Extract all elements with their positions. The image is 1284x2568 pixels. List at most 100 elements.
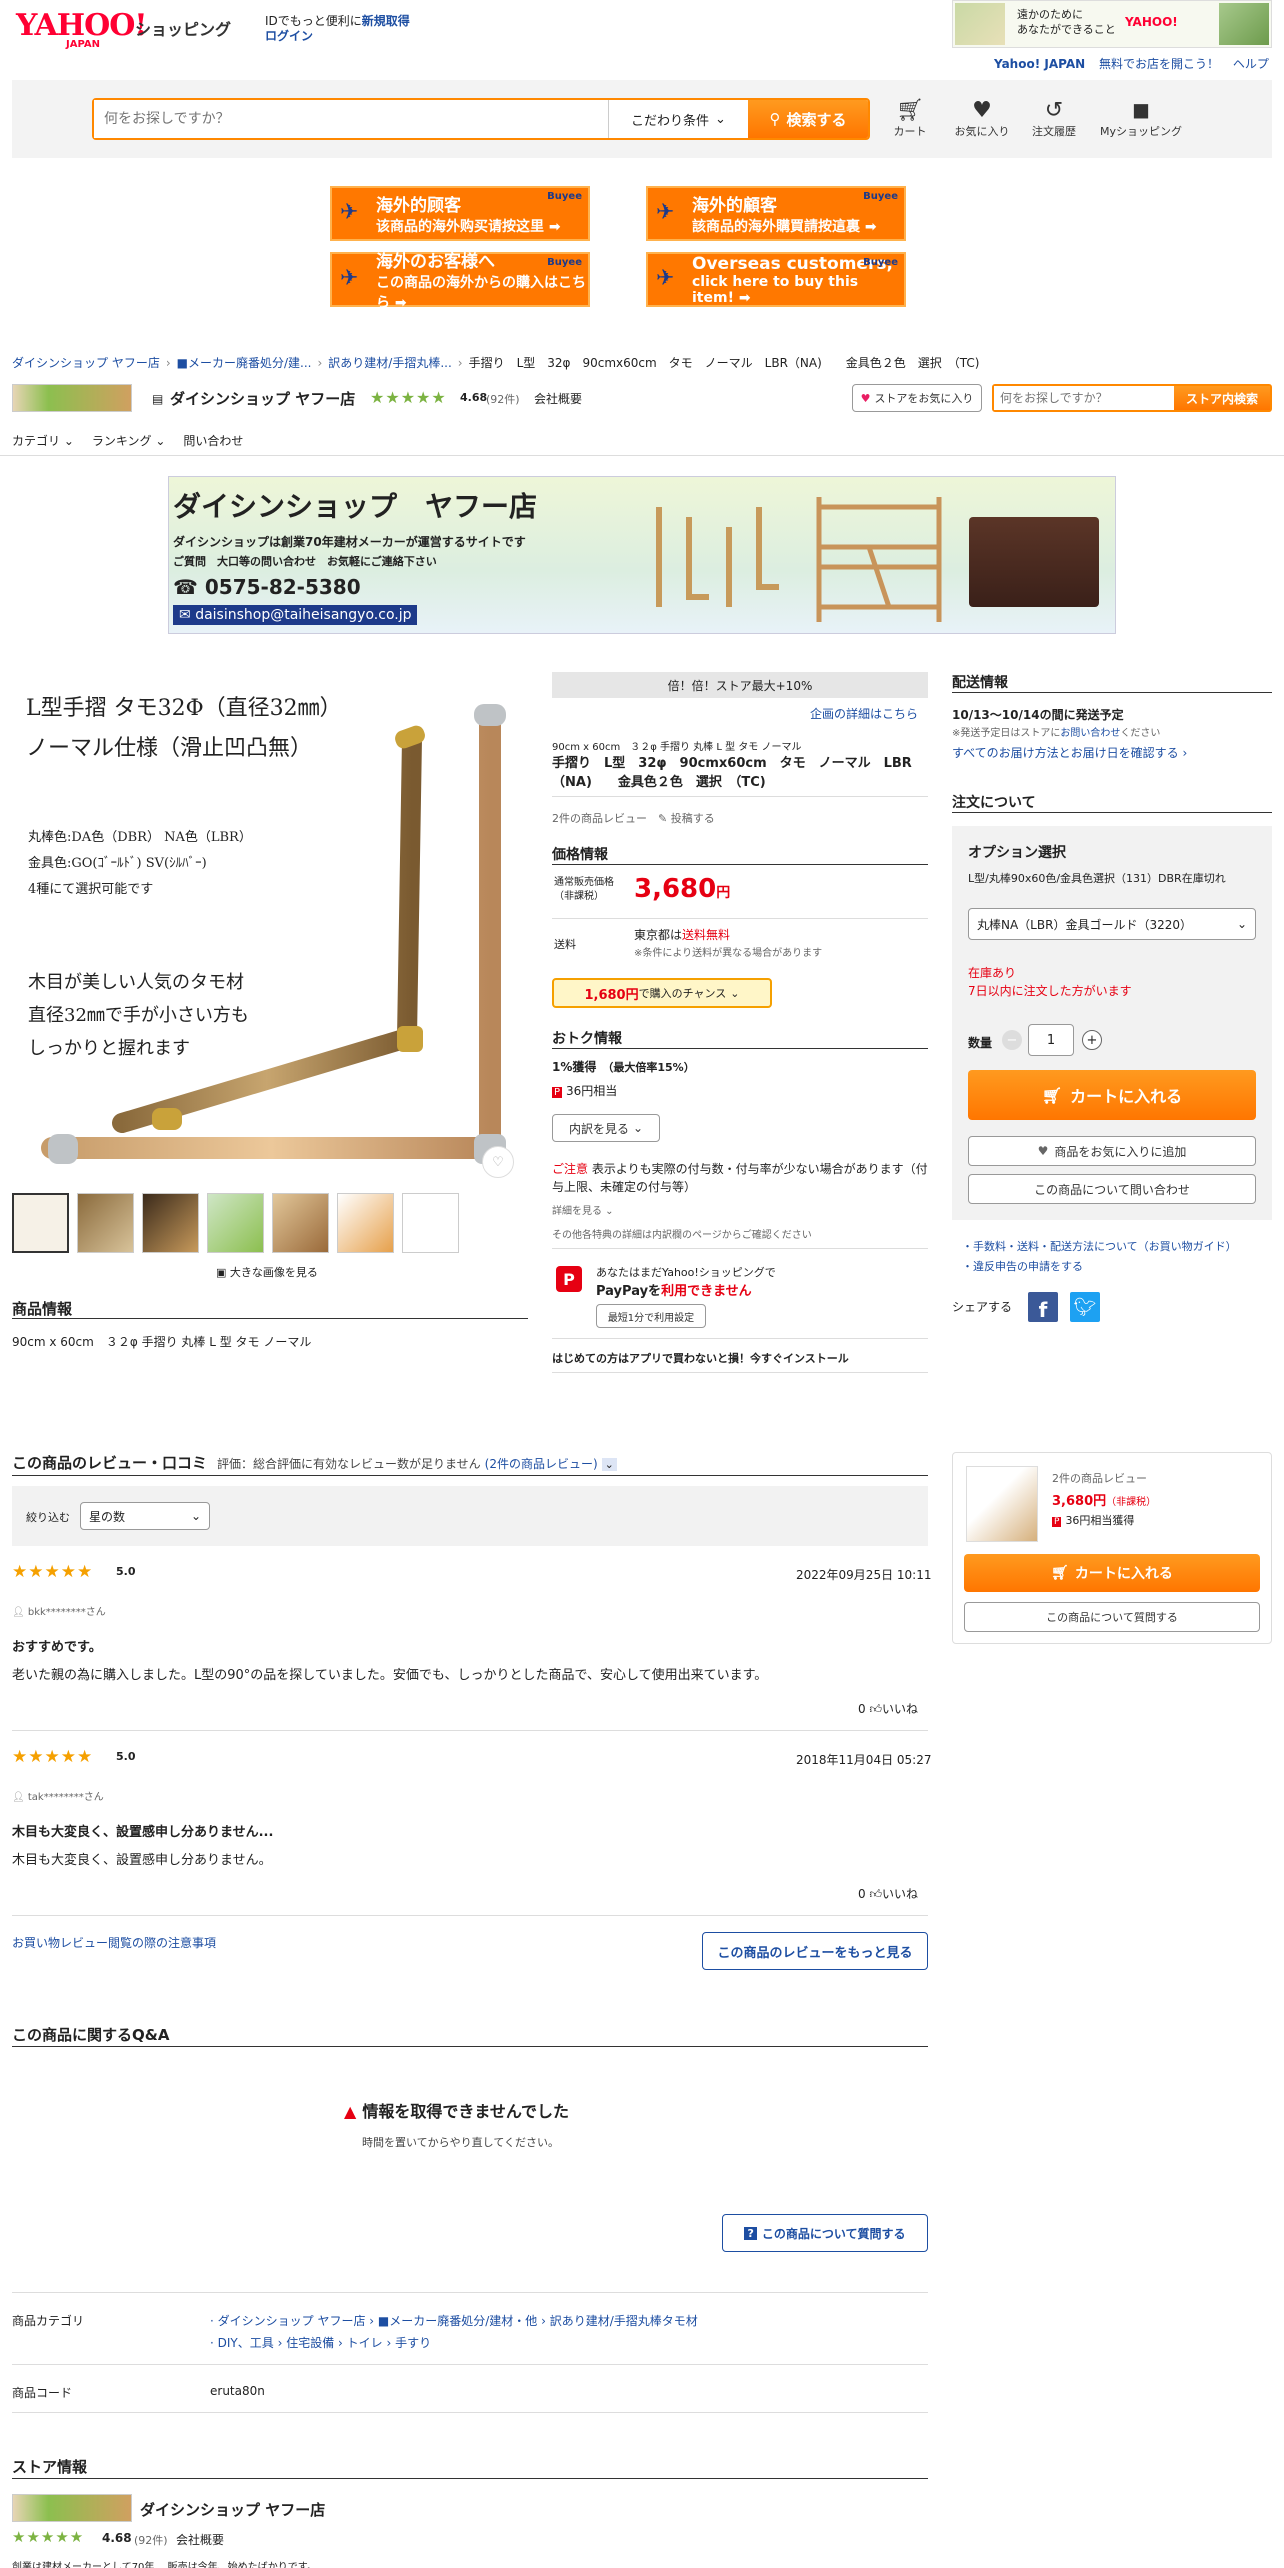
thumbnail[interactable] xyxy=(272,1193,329,1253)
thumbnail[interactable] xyxy=(12,1193,69,1253)
store-logo[interactable] xyxy=(12,384,132,412)
details-link[interactable]: 詳細を見る ⌄ xyxy=(552,1202,614,1217)
my-shopping-link[interactable]: ◼ Myショッピング xyxy=(1096,98,1186,139)
breadcrumb-item[interactable]: 訳あり建材/手摺丸棒... xyxy=(328,356,452,370)
image-favorite-button[interactable]: ♡ xyxy=(482,1146,514,1178)
thumbnail[interactable] xyxy=(337,1193,394,1253)
divider xyxy=(12,1915,928,1916)
breakdown-button[interactable]: 内訳を見る ⌄ xyxy=(552,1114,660,1142)
store-favorite-button[interactable]: ♥ ストアをお気に入り xyxy=(852,384,982,412)
inquiry-button[interactable]: この商品について問い合わせ xyxy=(968,1174,1256,1204)
yahoo-japan-link[interactable]: Yahoo! JAPAN xyxy=(994,57,1085,71)
like-button[interactable]: 0 👍︎いいね xyxy=(858,1885,918,1902)
register-link[interactable]: 新規取得 xyxy=(362,14,410,28)
category-link[interactable]: ■メーカー廃番処分/建材・他 xyxy=(378,2314,537,2328)
facebook-icon[interactable]: f xyxy=(1028,1292,1058,1322)
chance-button[interactable]: 1,680円 で購入のチャンス ⌄ xyxy=(552,978,772,1008)
store-banner[interactable]: ダイシンショップ ヤフー店 ダイシンショップは創業70年建材メーカーが運営するサ… xyxy=(168,476,1116,634)
category-link[interactable]: 訳あり建材/手摺丸棒タモ材 xyxy=(550,2314,698,2328)
guide-link[interactable]: ・手数料・送料・配送方法について（お買い物ガイド） xyxy=(962,1238,1237,1254)
paypay-setup-button[interactable]: 最短1分で利用設定 xyxy=(596,1304,706,1328)
store-search-input[interactable] xyxy=(994,386,1174,410)
open-store-link[interactable]: 無料でお店を開こう！ xyxy=(1099,57,1219,71)
nav-inquiry[interactable]: 問い合わせ xyxy=(183,432,243,449)
sticky-question-button[interactable]: この商品について質問する xyxy=(964,1602,1260,1632)
airplane-icon: ✈ xyxy=(340,266,359,291)
option-select[interactable]: 丸棒NA（LBR）金具ゴールド（3220） ⌄ xyxy=(968,908,1256,940)
report-link[interactable]: ・違反申告の申請をする xyxy=(962,1258,1083,1274)
quantity-label: 数量 xyxy=(968,1036,993,1050)
search-button[interactable]: ⚲ 検索する xyxy=(748,100,868,138)
review-caution-link[interactable]: お買い物レビュー閲覧の際の注意事項 xyxy=(12,1934,216,1951)
cart-link[interactable]: 🛒︎ カート xyxy=(880,98,940,139)
divider xyxy=(552,864,928,865)
login-link[interactable]: ログイン xyxy=(265,27,313,44)
chevron-down-icon[interactable]: ⌄ xyxy=(601,1458,617,1471)
campaign-bar: 倍！倍！ストア最大+10% xyxy=(552,672,928,698)
store-overview-link[interactable]: 会社概要 xyxy=(534,390,582,407)
header-links: Yahoo! JAPAN 無料でお店を開こう！ ヘルプ xyxy=(994,55,1269,72)
quantity-input[interactable]: 1 xyxy=(1028,1024,1074,1056)
points-yen: P 36円相当 xyxy=(552,1084,618,1098)
thumbnail[interactable] xyxy=(207,1193,264,1253)
caution-text: ご注意 表示よりも実際の付与数・付与率が少ない場合があります（付与上限、未確定の… xyxy=(552,1162,928,1194)
thumbnail[interactable] xyxy=(142,1193,199,1253)
add-to-cart-button[interactable]: 🛒︎ カートに入れる xyxy=(968,1070,1256,1120)
review-count-link[interactable]: (2件の商品レビュー) xyxy=(485,1455,598,1472)
quantity-plus-button[interactable]: + xyxy=(1082,1030,1102,1050)
enlarge-image-link[interactable]: ▣ 大きな画像を見る xyxy=(216,1264,318,1280)
delivery-note: ※発送予定日はストアにお問い合わせください xyxy=(952,728,1161,739)
divider xyxy=(0,455,1284,456)
category-link[interactable]: 住宅設備 xyxy=(286,2336,334,2350)
store-info-reviews[interactable]: (92件) xyxy=(134,2532,168,2548)
buyee-banner-en[interactable]: ✈ Buyee Overseas customers, click here to … xyxy=(646,252,906,307)
breadcrumb-item[interactable]: ■メーカー廃番処分/建... xyxy=(177,356,312,370)
sticky-thumbnail[interactable] xyxy=(966,1466,1038,1542)
ask-question-button[interactable]: ? この商品について質問する xyxy=(722,2214,928,2252)
review-score: 5.0 xyxy=(116,1565,136,1578)
breadcrumb-item[interactable]: ダイシンショップ ヤフー店 xyxy=(12,356,160,370)
sticky-review[interactable]: 2件の商品レビュー xyxy=(1052,1470,1147,1486)
star-filter-select[interactable]: 星の数 ⌄ xyxy=(80,1502,210,1530)
store-info-overview[interactable]: 会社概要 xyxy=(176,2531,224,2548)
app-install-link[interactable]: はじめての方はアプリで買わないと損！今すぐインストール xyxy=(552,1350,849,1366)
nav-category[interactable]: カテゴリ ⌄ xyxy=(12,432,74,449)
airplane-icon: ✈ xyxy=(340,200,359,225)
buyee-banner-cn-simplified[interactable]: ✈ Buyee 海外的顾客 该商品的海外购买请按这里 ➡ xyxy=(330,186,590,241)
more-reviews-button[interactable]: この商品のレビューをもっと見る xyxy=(702,1932,928,1970)
header-ad[interactable]: 遠かのために あなたができること YAHOO! xyxy=(952,0,1272,48)
review-count-link[interactable]: 2件の商品レビュー xyxy=(552,810,647,826)
airplane-icon: ✈ xyxy=(656,266,675,291)
favorites-link[interactable]: ♥ お気に入り xyxy=(952,98,1012,139)
order-history-link[interactable]: ↺ 注文履歴 xyxy=(1024,98,1084,139)
nav-ranking[interactable]: ランキング ⌄ xyxy=(92,432,166,449)
store-info-logo[interactable] xyxy=(12,2494,132,2522)
main-product-image[interactable]: L型手摺 タモ32Φ（直径32㎜） ノーマル仕様（滑止凹凸無） 丸棒色:DA色（… xyxy=(12,668,520,1188)
post-review-link[interactable]: ✎ 投稿する xyxy=(658,810,715,826)
like-button[interactable]: 0 👍︎いいね xyxy=(858,1700,918,1717)
category-link[interactable]: 手すり xyxy=(395,2336,431,2350)
sticky-cart-button[interactable]: 🛒︎ カートに入れる xyxy=(964,1554,1260,1592)
thumbnail[interactable] xyxy=(402,1193,459,1253)
buyee-banner-jp[interactable]: ✈ Buyee 海外のお客様へ この商品の海外からの購入はこちら ➡ xyxy=(330,252,590,311)
filter-dropdown[interactable]: こだわり条件 ⌄ xyxy=(608,100,748,138)
delivery-all-link[interactable]: すべてのお届け方法とお届け日を確認する › xyxy=(952,744,1187,761)
search-input[interactable] xyxy=(94,100,608,138)
category-link[interactable]: ダイシンショップ ヤフー店 xyxy=(218,2314,366,2328)
thumbnail[interactable] xyxy=(77,1193,134,1253)
twitter-icon[interactable]: 🐦︎ xyxy=(1070,1292,1100,1322)
quantity-minus-button[interactable]: − xyxy=(1002,1030,1022,1050)
campaign-link[interactable]: 企画の詳細はこちら xyxy=(810,705,918,722)
heart-icon: ♥ xyxy=(860,391,871,405)
store-search-button[interactable]: ストア内検索 xyxy=(1174,386,1270,410)
buyee-banner-cn-traditional[interactable]: ✈ Buyee 海外的顧客 該商品的海外購買請按這裏 ➡ xyxy=(646,186,906,241)
add-favorite-button[interactable]: ♥ 商品をお気に入りに追加 xyxy=(968,1136,1256,1166)
store-info-name[interactable]: ダイシンショップ ヤフー店 xyxy=(140,2499,325,2520)
category-link[interactable]: DIY、工具 xyxy=(218,2336,274,2350)
store-review-count[interactable]: (92件) xyxy=(486,391,520,407)
category-link[interactable]: トイレ xyxy=(347,2336,383,2350)
store-name[interactable]: ダイシンショップ ヤフー店 xyxy=(170,388,355,409)
help-link[interactable]: ヘルプ xyxy=(1233,57,1269,71)
shipping-note: ※条件により送料が異なる場合があります xyxy=(634,948,823,959)
review-title: おすすめです。 xyxy=(12,1640,102,1655)
